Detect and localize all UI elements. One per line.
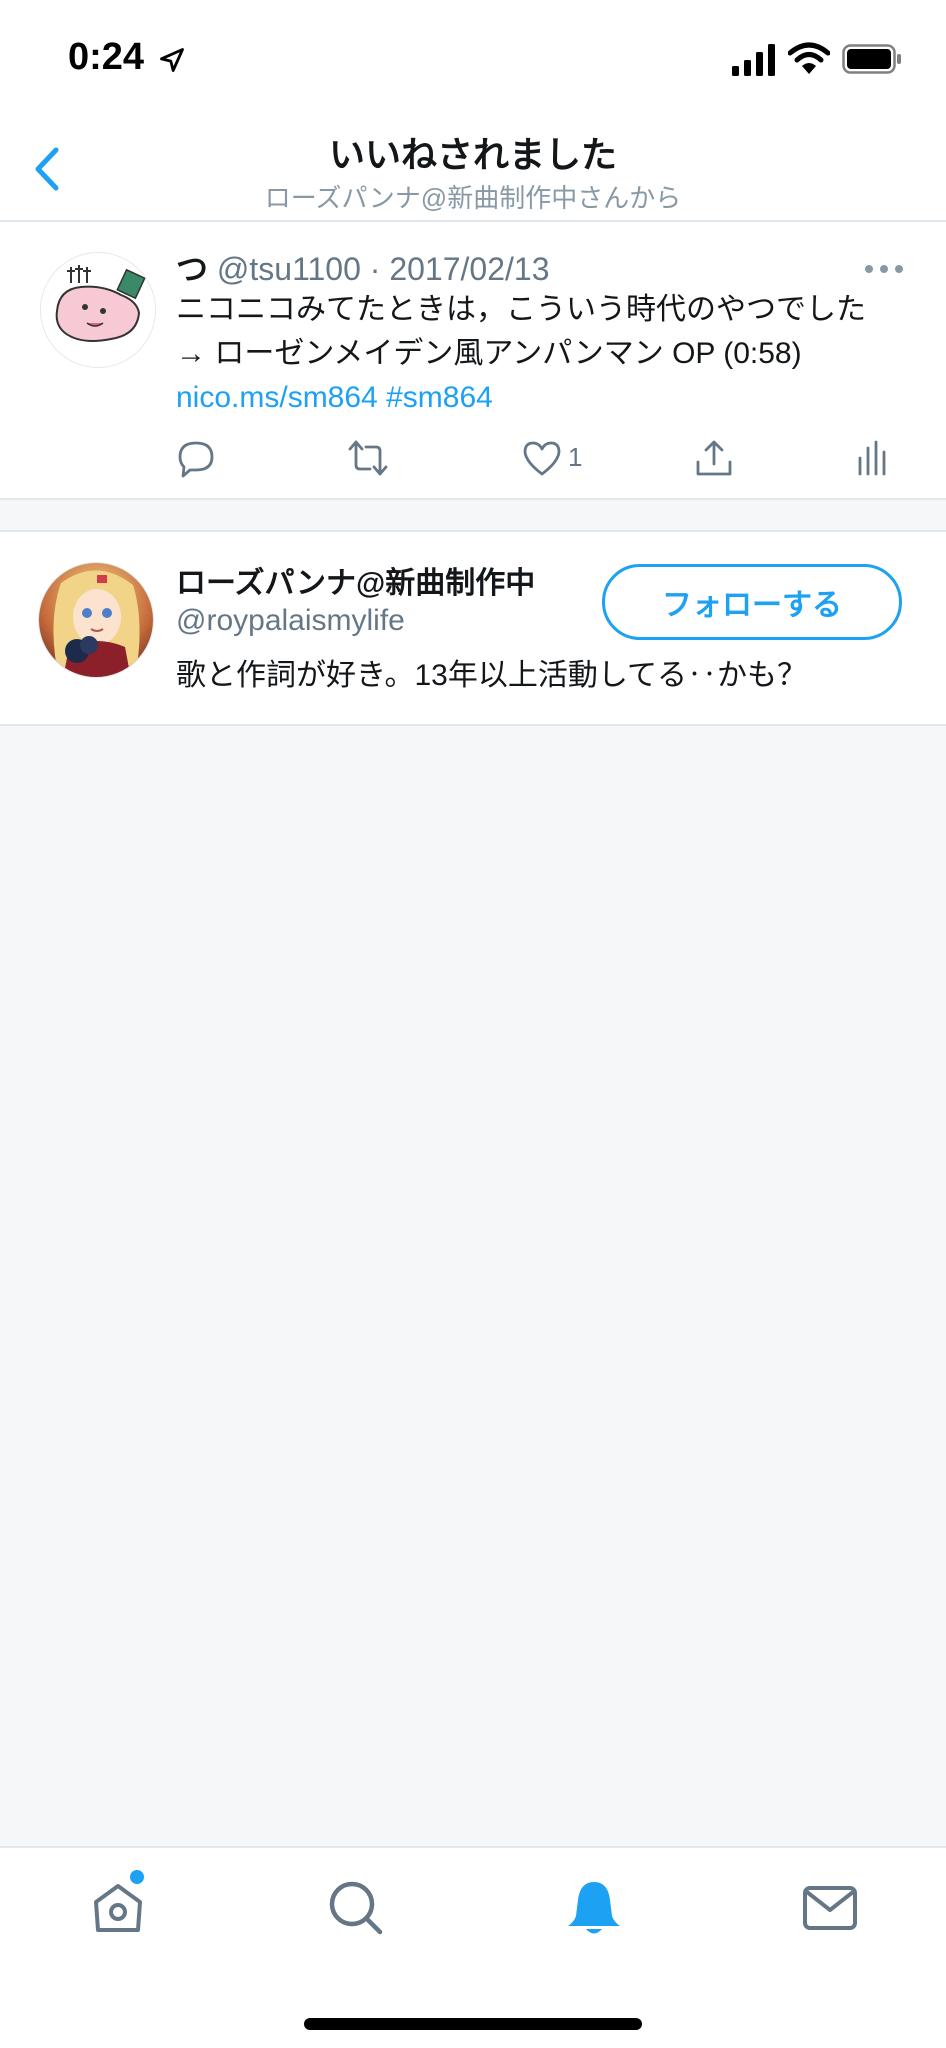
avatar-image (39, 563, 153, 677)
reply-button[interactable] (176, 438, 216, 482)
tab-search[interactable] (326, 1878, 386, 1938)
tab-messages[interactable] (800, 1878, 860, 1938)
tweet-author-handle[interactable]: @tsu1100 (217, 251, 361, 287)
retweet-button[interactable] (348, 438, 388, 482)
user-handle[interactable]: @roypalaismylife (176, 604, 405, 638)
user-name[interactable]: ローズパンナ@新曲制作中 (176, 558, 535, 602)
tweet-header: つ @tsu1100 · 2017/02/13 (176, 244, 549, 290)
retweet-icon (348, 440, 388, 476)
tweet-actions: 1 (0, 432, 946, 488)
tweet-author-name[interactable]: つ (176, 251, 208, 287)
user-bio: 歌と作詞が好き。13年以上活動してる‥かも？ (176, 659, 807, 692)
search-icon (329, 1881, 383, 1935)
wifi-icon (788, 42, 830, 74)
new-content-indicator (130, 1870, 144, 1884)
location-arrow-icon (160, 48, 184, 72)
tweet-author-avatar[interactable] (40, 252, 156, 368)
status-time: 0:24 (68, 36, 145, 78)
notifications-icon (568, 1882, 620, 1934)
section-gap (0, 500, 946, 532)
messages-icon (803, 1886, 857, 1930)
tweet-hashtag[interactable]: #sm864 (386, 381, 493, 414)
tweet-text-line: ニコニコみてたときは，こういう時代のやつでした (176, 293, 866, 326)
user-card[interactable]: ローズパンナ@新曲制作中 @roypalaismylife 歌と作詞が好き。13… (0, 530, 946, 726)
page-title: いいねされました (328, 134, 617, 175)
nav-header: いいねされました ローズパンナ@新曲制作中さんから (0, 112, 946, 222)
like-icon (523, 441, 561, 476)
share-icon (696, 440, 732, 476)
tweet-text: ニコニコみてたときは，こういう時代のやつでした → ローゼンメイデン風アンパンマ… (176, 288, 916, 420)
analytics-icon (858, 440, 886, 476)
avatar-image (41, 253, 155, 367)
tweet-text-line: → ローゼンメイデン風アンパンマン OP (0:58) (176, 337, 802, 370)
cellular-signal-icon (732, 44, 775, 76)
tweet-card[interactable]: つ @tsu1100 · 2017/02/13 ニコニコみてたときは，こういう時… (0, 222, 946, 500)
separator-dot: · (369, 251, 381, 287)
like-button[interactable]: 1 (522, 438, 612, 482)
reply-icon (178, 441, 214, 478)
follow-button[interactable]: フォローする (602, 564, 902, 640)
tweet-date: 2017/02/13 (389, 251, 550, 287)
tweet-link[interactable]: nico.ms/sm864 (176, 381, 378, 414)
more-options-icon[interactable] (864, 262, 904, 276)
tab-notifications[interactable] (564, 1878, 624, 1938)
user-avatar[interactable] (38, 562, 154, 678)
tweet-links: nico.ms/sm864 #sm864 (176, 376, 916, 420)
analytics-button[interactable] (852, 438, 892, 482)
tab-home[interactable] (88, 1878, 148, 1938)
battery-icon (842, 44, 901, 74)
share-button[interactable] (694, 438, 734, 482)
tab-bar (0, 1846, 946, 2048)
home-indicator[interactable] (304, 2018, 642, 2030)
status-bar: 0:24 (0, 0, 946, 112)
page-subtitle: ローズパンナ@新曲制作中さんから (264, 183, 682, 213)
home-icon (94, 1884, 142, 1932)
like-count: 1 (568, 442, 583, 472)
